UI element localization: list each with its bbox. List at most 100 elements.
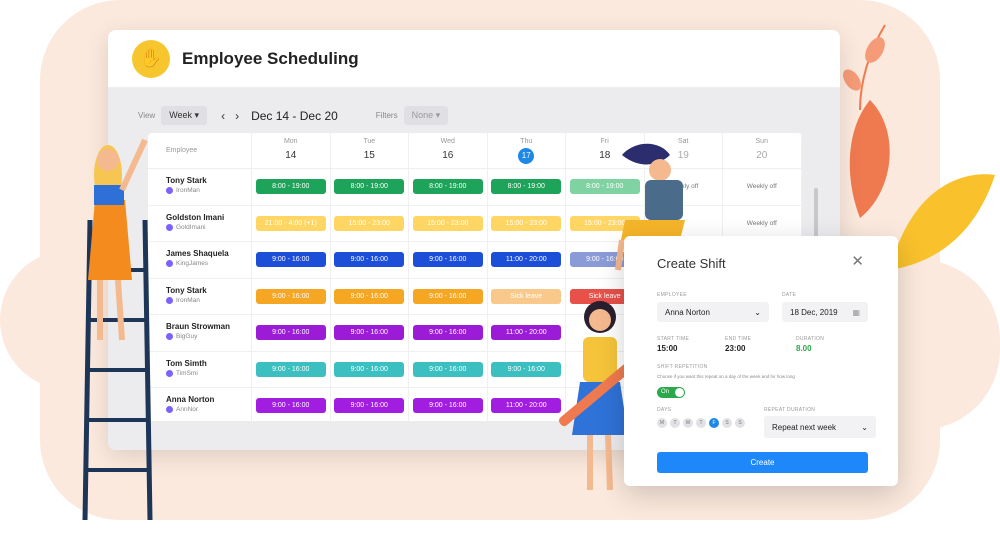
repeat-duration-select[interactable]: Repeat next week ⌄ (764, 416, 876, 438)
shift-block[interactable]: 9:00 - 16:00 (412, 398, 483, 414)
handle-text: GoldImani (176, 223, 206, 231)
day-toggle[interactable]: F (709, 418, 719, 428)
view-select[interactable]: Week ▾ (161, 106, 208, 125)
shift-cell[interactable]: Weekly off (723, 169, 802, 205)
handle-text: KingJames (176, 260, 209, 267)
employee-name: Anna Norton (166, 395, 215, 404)
shift-block[interactable]: 8:00 - 19:00 (255, 179, 326, 195)
shift-block[interactable]: 9:00 - 16:00 (334, 398, 405, 414)
shift-cell[interactable]: 15:00 - 23:00 (331, 205, 409, 241)
shift-block[interactable]: 9:00 - 16:00 (334, 252, 405, 268)
shift-cell[interactable]: 9:00 - 16:00 (331, 315, 409, 351)
day-toggle[interactable]: S (735, 418, 745, 428)
shift-block[interactable]: 9:00 - 16:00 (334, 361, 405, 377)
date-value: 18 Dec, 2019 (790, 307, 838, 317)
shift-block[interactable]: 9:00 - 16:00 (412, 288, 483, 304)
filter-select[interactable]: None ▾ (403, 106, 449, 125)
shift-block[interactable]: 9:00 - 16:00 (334, 325, 405, 341)
next-week-button[interactable]: › (235, 109, 239, 123)
shift-block[interactable]: 21:00 - 4:00 (+1) (255, 215, 326, 231)
employee-name: Goldston Imani (166, 212, 225, 222)
date-range: Dec 14 - Dec 20 (251, 108, 338, 123)
shift-cell[interactable]: 9:00 - 16:00 (252, 351, 331, 387)
view-label: View (138, 111, 156, 120)
day-name: Mon (283, 138, 298, 145)
ladder-illustration (82, 138, 153, 521)
shift-block[interactable]: 9:00 - 16:00 (255, 398, 326, 414)
day-header: Tue 15 (331, 133, 409, 168)
shift-cell[interactable]: 9:00 - 16:00 (409, 388, 488, 421)
handle-text: AnnNor (176, 406, 199, 413)
shift-cell[interactable]: 21:00 - 4:00 (+1) (252, 205, 331, 241)
day-name: Thu (520, 138, 533, 145)
employee-name: James Shaquela (166, 249, 229, 258)
shift-cell[interactable]: 8:00 - 19:00 (331, 169, 409, 205)
day-toggle[interactable]: S (722, 418, 732, 428)
shift-block[interactable]: 8:00 - 19:00 (334, 179, 405, 195)
repetition-toggle[interactable]: On (657, 387, 685, 398)
start-time-value[interactable]: 15:00 (657, 344, 677, 353)
shift-cell[interactable]: 9:00 - 16:00 (409, 242, 488, 278)
shift-cell[interactable]: 8:00 - 19:00 (409, 169, 488, 205)
day-number: 14 (285, 150, 297, 161)
employee-label: EMPLOYEE (657, 292, 687, 298)
close-icon[interactable]: ✕ (851, 252, 864, 270)
duration-value: 8.00 (796, 344, 812, 353)
shift-cell[interactable]: 8:00 - 19:00 (252, 169, 331, 205)
grid-header: Employee Mon 14 Tue 15 Wed 16 Thu 17 Fri 18 Sat 19 S… (148, 133, 802, 169)
shift-block[interactable]: 9:00 - 16:00 (412, 361, 483, 377)
shift-block[interactable]: 8:00 - 19:00 (491, 179, 562, 195)
day-toggle[interactable]: T (696, 418, 706, 428)
create-button[interactable]: Create (657, 452, 868, 473)
shift-cell[interactable]: 9:00 - 16:00 (409, 315, 488, 351)
day-number: 17 (518, 148, 535, 164)
filter-label: Filters (375, 111, 398, 120)
shift-cell[interactable]: 9:00 - 16:00 (331, 351, 409, 387)
weekly-off-label: Weekly off (746, 219, 777, 227)
shift-block[interactable]: 9:00 - 16:00 (255, 361, 326, 377)
day-header: Sun 20 (723, 133, 802, 168)
shift-block[interactable]: 9:00 - 16:00 (255, 252, 326, 268)
prev-week-button[interactable]: ‹ (221, 109, 225, 123)
shift-block[interactable]: 9:00 - 16:00 (255, 325, 326, 341)
employee-select[interactable]: Anna Norton ⌄ (657, 302, 769, 322)
shift-cell[interactable]: 15:00 - 23:00 (488, 205, 566, 241)
duration-label: DURATION (796, 336, 825, 342)
employee-handle: GoldImani (166, 223, 251, 231)
shift-cell[interactable]: 9:00 - 16:00 (331, 278, 409, 314)
shift-block[interactable]: 8:00 - 19:00 (412, 179, 483, 195)
shift-block[interactable]: 11:00 - 20:00 (491, 252, 562, 268)
handle-text: IronMan (176, 187, 200, 194)
shift-cell[interactable]: 9:00 - 16:00 (331, 388, 409, 421)
shift-block[interactable]: 9:00 - 16:00 (255, 288, 326, 304)
date-field[interactable]: 18 Dec, 2019 ▦ (782, 302, 868, 322)
end-time-value[interactable]: 23:00 (725, 344, 745, 353)
shift-block[interactable]: 9:00 - 16:00 (412, 252, 483, 268)
table-row: Tony Stark IronMan 8:00 - 19:00 8:00 - 19:0… (148, 169, 802, 206)
shift-cell[interactable]: 9:00 - 16:00 (252, 388, 331, 421)
shift-cell[interactable]: 9:00 - 16:00 (409, 278, 488, 314)
employee-value: Anna Norton (665, 307, 710, 317)
shift-block[interactable]: 15:00 - 23:00 (334, 215, 405, 231)
handle-text: BigGuy (176, 333, 198, 340)
day-toggle[interactable]: W (683, 418, 693, 428)
toolbar: View Week ▾ ‹ › Dec 14 - Dec 20 Filters … (138, 106, 449, 125)
app-header: ✋ Employee Scheduling (108, 30, 840, 88)
day-toggle[interactable]: T (670, 418, 680, 428)
shift-block[interactable]: 9:00 - 16:00 (412, 325, 483, 341)
calendar-icon: ▦ (852, 307, 860, 317)
shift-cell[interactable]: 9:00 - 16:00 (252, 315, 331, 351)
repetition-label: SHIFT REPETITION (657, 364, 708, 370)
shift-block[interactable]: 15:00 - 23:00 (491, 215, 562, 231)
shift-cell[interactable]: 9:00 - 16:00 (252, 278, 331, 314)
shift-block[interactable]: 15:00 - 23:00 (412, 215, 483, 231)
shift-cell[interactable]: 11:00 - 20:00 (488, 242, 566, 278)
day-toggle[interactable]: M (657, 418, 667, 428)
shift-cell[interactable]: 9:00 - 16:00 (331, 242, 409, 278)
shift-block[interactable]: 9:00 - 16:00 (334, 288, 405, 304)
shift-cell[interactable]: 8:00 - 19:00 (488, 169, 566, 205)
shift-cell[interactable]: 15:00 - 23:00 (409, 205, 488, 241)
shift-cell[interactable]: 9:00 - 16:00 (409, 351, 488, 387)
shift-cell[interactable]: 9:00 - 16:00 (252, 242, 331, 278)
employee-handle: IronMan (166, 296, 251, 304)
